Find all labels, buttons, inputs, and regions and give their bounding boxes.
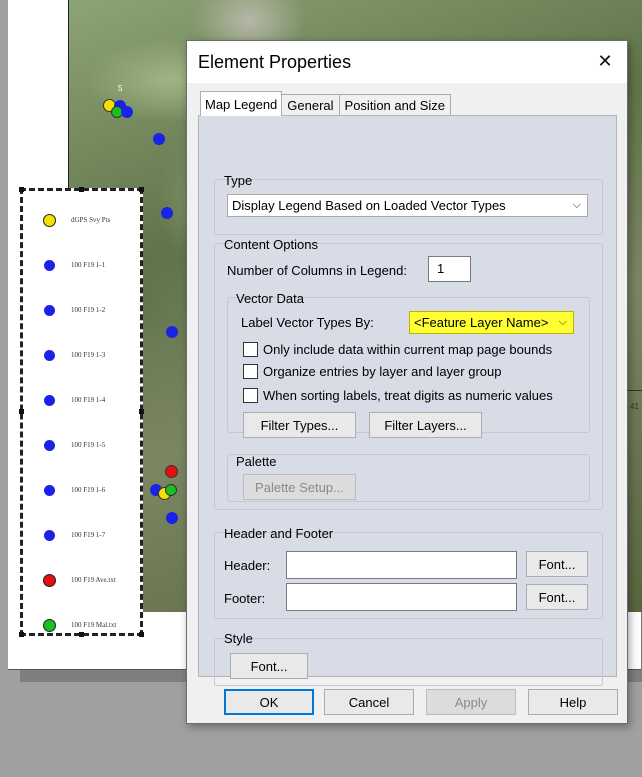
tab-map-legend[interactable]: Map Legend bbox=[200, 91, 283, 116]
checkbox-numeric-sort[interactable]: When sorting labels, treat digits as num… bbox=[243, 386, 553, 404]
footer-label: Footer: bbox=[224, 591, 266, 606]
resize-handle[interactable] bbox=[139, 409, 144, 414]
map-edge-number: 41 bbox=[630, 402, 639, 411]
header-input[interactable] bbox=[286, 551, 517, 579]
palette-title: Palette bbox=[236, 454, 277, 469]
blue-dot-icon bbox=[43, 304, 55, 316]
columns-input[interactable]: 1 bbox=[428, 256, 471, 282]
close-icon: ✕ bbox=[597, 50, 613, 71]
blue-dot-icon bbox=[43, 484, 55, 496]
ok-button[interactable]: OK bbox=[224, 689, 314, 715]
header-label: Header: bbox=[224, 558, 271, 573]
checkbox-box[interactable] bbox=[243, 387, 258, 403]
header-font-button[interactable]: Font... bbox=[526, 551, 588, 577]
help-button[interactable]: Help bbox=[528, 689, 618, 715]
filter-types-button[interactable]: Filter Types... bbox=[243, 412, 356, 438]
label-by-dropdown[interactable]: <Feature Layer Name> ⌵ bbox=[409, 311, 574, 334]
map-point-green[interactable] bbox=[165, 484, 177, 496]
blue-dot-icon bbox=[43, 349, 55, 361]
checkbox-organize-layers[interactable]: Organize entries by layer and layer grou… bbox=[243, 362, 501, 380]
type-group-title: Type bbox=[224, 173, 253, 188]
resize-handle[interactable] bbox=[139, 632, 144, 637]
resize-handle[interactable] bbox=[19, 187, 24, 192]
tab-strip: Map Legend General Position and Size bbox=[200, 91, 451, 116]
blue-dot-icon bbox=[43, 259, 55, 271]
filter-layers-button[interactable]: Filter Layers... bbox=[369, 412, 482, 438]
cancel-button[interactable]: Cancel bbox=[324, 689, 414, 715]
legend-item: 100 F19 Mal.txt bbox=[41, 617, 116, 633]
label-by-value: <Feature Layer Name> bbox=[414, 315, 549, 330]
tab-general[interactable]: General bbox=[281, 94, 340, 116]
legend-item: 100 F19 1-5 bbox=[41, 437, 105, 453]
map-point-blue[interactable] bbox=[166, 512, 178, 524]
chevron-down-icon: ⌵ bbox=[558, 316, 567, 328]
legend-item: 100 F19 1-6 bbox=[41, 482, 105, 498]
legend-type-value: Display Legend Based on Loaded Vector Ty… bbox=[232, 198, 506, 213]
label-by-label: Label Vector Types By: bbox=[241, 315, 374, 330]
style-title: Style bbox=[224, 631, 253, 646]
legend-type-dropdown[interactable]: Display Legend Based on Loaded Vector Ty… bbox=[227, 194, 588, 217]
legend-item: 100 F19 1-3 bbox=[41, 347, 105, 363]
style-font-button[interactable]: Font... bbox=[230, 653, 308, 679]
resize-handle[interactable] bbox=[19, 632, 24, 637]
map-point-blue[interactable] bbox=[166, 326, 178, 338]
resize-handle[interactable] bbox=[139, 187, 144, 192]
resize-handle[interactable] bbox=[19, 409, 24, 414]
checkbox-box[interactable] bbox=[243, 363, 258, 379]
close-button[interactable]: ✕ bbox=[593, 49, 617, 73]
map-point-blue[interactable] bbox=[153, 133, 165, 145]
map-point-label: 5 bbox=[118, 84, 123, 93]
legend-item: 100 F19 Ave.txt bbox=[41, 572, 116, 588]
legend-item: 100 F19 1-1 bbox=[41, 257, 105, 273]
checkbox-map-bounds[interactable]: Only include data within current map pag… bbox=[243, 340, 552, 358]
map-point-blue[interactable] bbox=[161, 207, 173, 219]
dialog-title: Element Properties bbox=[198, 52, 352, 72]
checkbox-box[interactable] bbox=[243, 341, 258, 357]
blue-dot-icon bbox=[43, 439, 55, 451]
map-legend-panel: Type Display Legend Based on Loaded Vect… bbox=[198, 115, 617, 686]
resize-handle[interactable] bbox=[79, 187, 84, 192]
legend-item: dGPS Svy Pts bbox=[41, 212, 110, 228]
vector-data-title: Vector Data bbox=[236, 291, 304, 306]
map-legend-element[interactable]: dGPS Svy Pts 100 F19 1-1 100 F19 1-2 100… bbox=[19, 187, 144, 637]
green-circle-icon bbox=[42, 618, 56, 632]
columns-label: Number of Columns in Legend: bbox=[227, 263, 407, 278]
content-options-title: Content Options bbox=[224, 237, 318, 252]
map-edge-rule bbox=[628, 390, 642, 391]
header-footer-title: Header and Footer bbox=[224, 526, 334, 541]
map-point-red[interactable] bbox=[165, 465, 178, 478]
element-properties-dialog: Element Properties ✕ Map Legend General … bbox=[186, 40, 628, 724]
blue-dot-icon bbox=[43, 394, 55, 406]
red-circle-icon bbox=[42, 573, 56, 587]
legend-item: 100 F19 1-2 bbox=[41, 302, 105, 318]
chevron-down-icon: ⌵ bbox=[572, 199, 581, 211]
legend-item: 100 F19 1-7 bbox=[41, 527, 105, 543]
footer-font-button[interactable]: Font... bbox=[526, 584, 588, 610]
map-point-blue[interactable] bbox=[121, 106, 133, 118]
dialog-titlebar[interactable]: Element Properties ✕ bbox=[187, 41, 627, 83]
apply-button[interactable]: Apply bbox=[426, 689, 516, 715]
yellow-circle-icon bbox=[42, 213, 56, 227]
legend-item: 100 F19 1-4 bbox=[41, 392, 105, 408]
blue-dot-icon bbox=[43, 529, 55, 541]
palette-setup-button[interactable]: Palette Setup... bbox=[243, 474, 356, 500]
footer-input[interactable] bbox=[286, 583, 517, 611]
tab-position-and-size[interactable]: Position and Size bbox=[338, 94, 451, 116]
